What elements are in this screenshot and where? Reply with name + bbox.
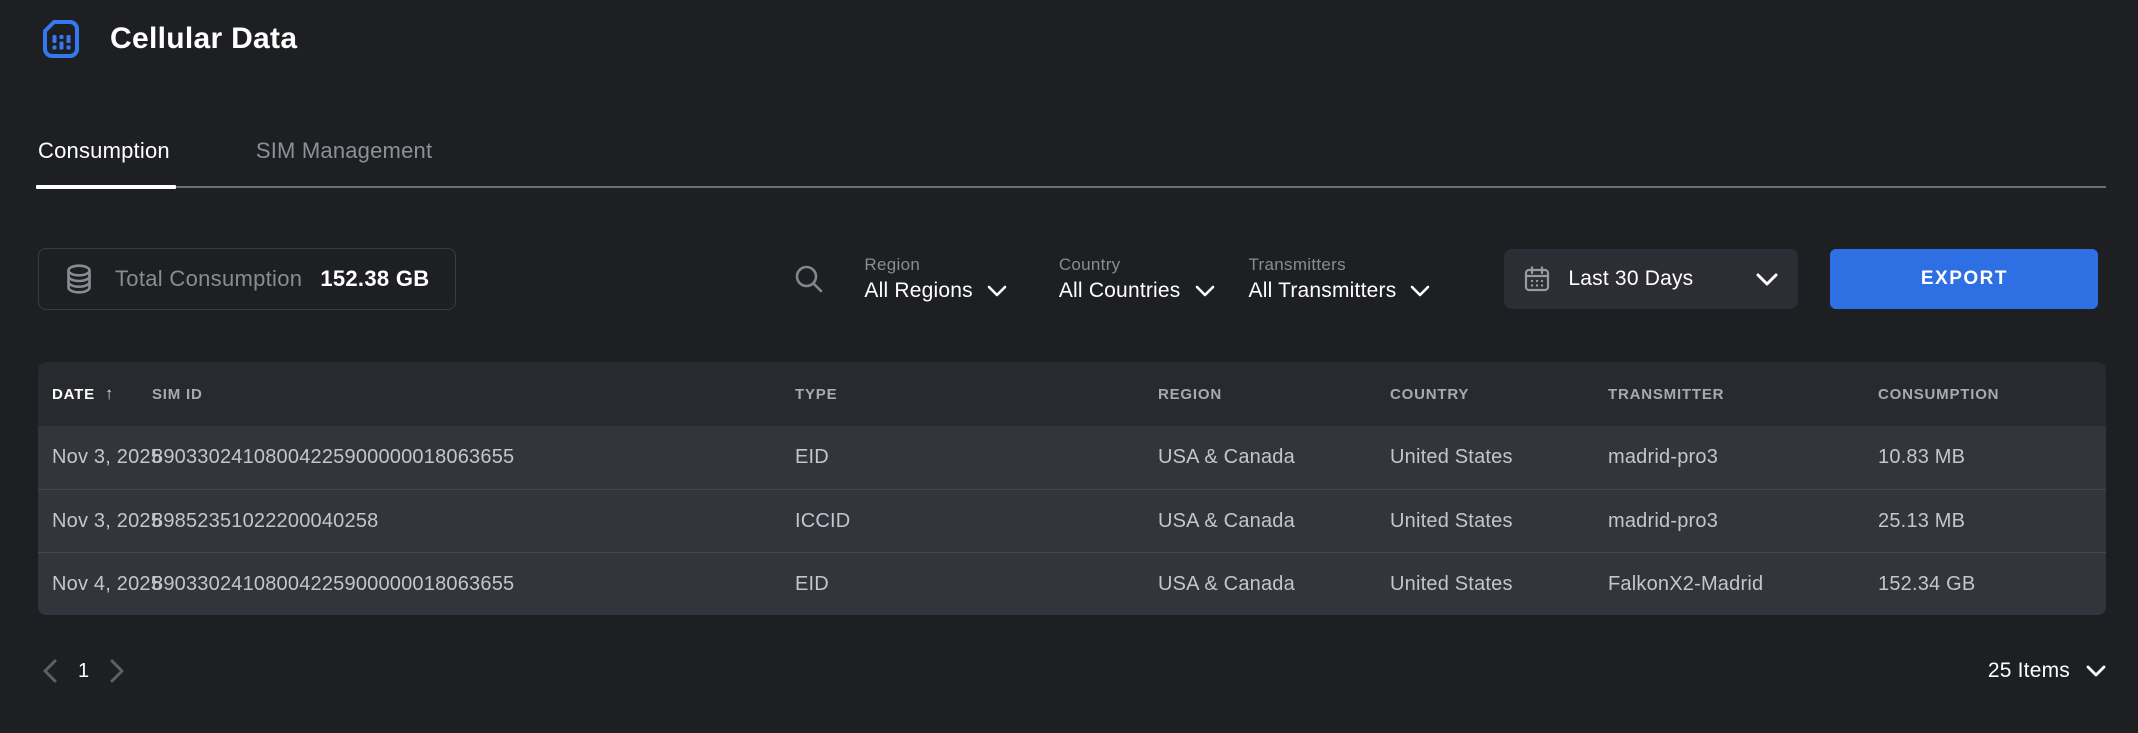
date-range-select[interactable]: Last 30 Days	[1504, 249, 1798, 309]
column-header-sim-id[interactable]: SIM ID	[152, 386, 795, 403]
calendar-icon	[1522, 264, 1552, 294]
chevron-right-icon	[109, 659, 125, 683]
sim-card-icon	[38, 16, 84, 62]
table-cell: Nov 4, 2025	[52, 573, 152, 596]
current-page-number: 1	[78, 660, 89, 683]
table-header-row: DATE↑SIM IDTYPEREGIONCOUNTRYTRANSMITTERC…	[38, 362, 2106, 426]
table-cell: United States	[1390, 510, 1608, 533]
sort-ascending-icon: ↑	[105, 384, 114, 403]
chevron-down-icon	[1410, 285, 1430, 297]
page-title: Cellular Data	[110, 22, 297, 56]
items-per-page-value: 25 Items	[1988, 659, 2070, 683]
pagination: 1	[38, 655, 129, 687]
table-cell: 152.34 GB	[1878, 573, 2106, 596]
table-cell: USA & Canada	[1158, 510, 1390, 533]
column-header-region[interactable]: REGION	[1158, 386, 1390, 403]
total-consumption-box: Total Consumption 152.38 GB	[38, 248, 456, 310]
table-cell: FalkonX2-Madrid	[1608, 573, 1878, 596]
column-header-country[interactable]: COUNTRY	[1390, 386, 1608, 403]
column-header-consumption[interactable]: CONSUMPTION	[1878, 386, 2106, 403]
chevron-down-icon	[1756, 273, 1778, 286]
transmitters-filter-value: All Transmitters	[1249, 279, 1397, 303]
transmitters-filter[interactable]: Transmitters All Transmitters	[1249, 255, 1431, 303]
region-filter-label: Region	[864, 255, 1006, 275]
database-icon	[61, 261, 97, 297]
country-filter-value: All Countries	[1059, 279, 1181, 303]
items-per-page-select[interactable]: 25 Items	[1988, 659, 2106, 683]
chevron-left-icon	[42, 659, 58, 683]
table-row[interactable]: Nov 3, 202589852351022200040258ICCIDUSA …	[38, 489, 2106, 552]
table-cell: United States	[1390, 446, 1608, 469]
table-cell: United States	[1390, 573, 1608, 596]
table-cell: 89033024108004225900000018063655	[152, 573, 795, 596]
tab-bar: Consumption SIM Management	[38, 128, 2106, 188]
table-cell: EID	[795, 573, 1158, 596]
table-cell: EID	[795, 446, 1158, 469]
cellular-data-page: Cellular Data Consumption SIM Management…	[0, 0, 2138, 733]
total-consumption-value: 152.38 GB	[320, 266, 429, 292]
table-row[interactable]: Nov 4, 202589033024108004225900000018063…	[38, 552, 2106, 615]
tab-sim-management[interactable]: SIM Management	[256, 128, 432, 186]
table-cell: 89033024108004225900000018063655	[152, 446, 795, 469]
table-body: Nov 3, 202589033024108004225900000018063…	[38, 426, 2106, 615]
consumption-table: DATE↑SIM IDTYPEREGIONCOUNTRYTRANSMITTERC…	[38, 362, 2106, 615]
tab-consumption[interactable]: Consumption	[38, 128, 170, 186]
date-range-value: Last 30 Days	[1568, 267, 1740, 291]
total-consumption-label: Total Consumption	[115, 266, 302, 292]
country-filter[interactable]: Country All Countries	[1059, 255, 1215, 303]
table-footer: 1 25 Items	[38, 655, 2106, 687]
search-icon	[792, 262, 826, 296]
chevron-down-icon	[1195, 285, 1215, 297]
chevron-down-icon	[987, 285, 1007, 297]
column-header-type[interactable]: TYPE	[795, 386, 1158, 403]
region-filter-value: All Regions	[864, 279, 972, 303]
table-cell: Nov 3, 2025	[52, 446, 152, 469]
transmitters-filter-label: Transmitters	[1249, 255, 1431, 275]
previous-page-button[interactable]	[38, 655, 62, 687]
table-cell: 89852351022200040258	[152, 510, 795, 533]
table-cell: madrid-pro3	[1608, 446, 1878, 469]
search-button[interactable]	[792, 262, 826, 296]
column-header-date[interactable]: DATE↑	[52, 384, 152, 404]
next-page-button[interactable]	[105, 655, 129, 687]
app-header: Cellular Data	[0, 0, 2138, 62]
table-cell: ICCID	[795, 510, 1158, 533]
export-button[interactable]: EXPORT	[1830, 249, 2098, 309]
table-cell: Nov 3, 2025	[52, 510, 152, 533]
chevron-down-icon	[2086, 665, 2106, 677]
table-cell: madrid-pro3	[1608, 510, 1878, 533]
table-cell: USA & Canada	[1158, 573, 1390, 596]
country-filter-label: Country	[1059, 255, 1215, 275]
table-row[interactable]: Nov 3, 202589033024108004225900000018063…	[38, 426, 2106, 489]
filter-bar: Total Consumption 152.38 GB Region All R…	[38, 248, 2106, 310]
table-cell: 10.83 MB	[1878, 446, 2106, 469]
column-header-transmitter[interactable]: TRANSMITTER	[1608, 386, 1878, 403]
table-cell: USA & Canada	[1158, 446, 1390, 469]
table-cell: 25.13 MB	[1878, 510, 2106, 533]
region-filter[interactable]: Region All Regions	[864, 255, 1006, 303]
